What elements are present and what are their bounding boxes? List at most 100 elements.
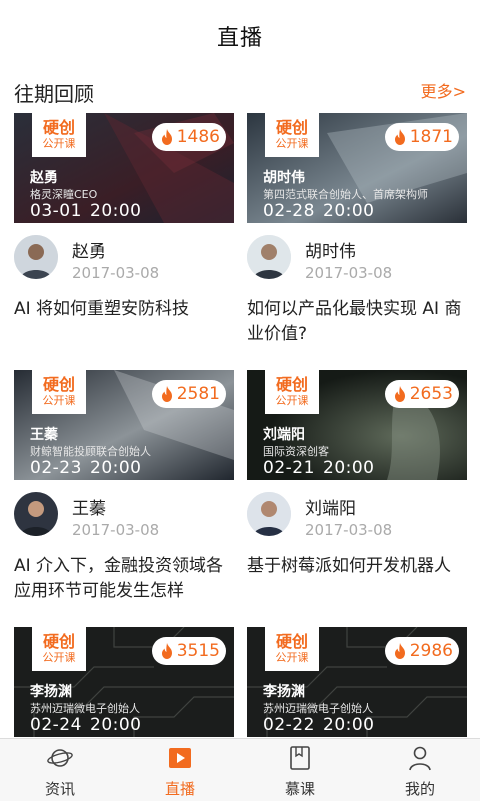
- speaker-name: 赵勇: [30, 170, 58, 186]
- course-card[interactable]: 硬创 公开课 1486 赵勇 格灵深瞳CEO 03-01 20:00 赵勇 20…: [14, 113, 234, 319]
- speaker-name: 王蓁: [30, 427, 58, 443]
- view-count: 1871: [409, 127, 453, 147]
- course-card[interactable]: 硬创 公开课 2653 刘端阳 国际资深创客 02-21 20:00 刘端阳 2…: [247, 370, 467, 576]
- brand-line1: 硬创: [275, 632, 308, 651]
- planet-icon: [47, 749, 73, 767]
- speaker-title: 财鲸智能投顾联合创始人: [30, 445, 151, 458]
- brand-line2: 公开课: [42, 137, 76, 150]
- speaker-title: 苏州迈瑞微电子创始人: [30, 702, 140, 715]
- course-title[interactable]: 如何以产品化最快实现 AI 商业价值?: [247, 297, 471, 347]
- author-name: 刘端阳: [305, 499, 356, 519]
- publish-date: 2017-03-08: [305, 264, 393, 282]
- course-thumbnail[interactable]: 硬创 公开课 3515 李扬渊 苏州迈瑞微电子创始人 02-24 20:00: [14, 627, 234, 737]
- view-count: 2653: [409, 384, 453, 404]
- live-time: 20:00: [323, 458, 375, 478]
- live-time: 20:00: [323, 201, 375, 221]
- brand-line1: 硬创: [275, 375, 308, 394]
- user-icon: [409, 746, 431, 771]
- view-count-badge: 1486: [151, 123, 226, 151]
- speaker-name: 刘端阳: [263, 427, 305, 443]
- fire-icon: [394, 643, 405, 659]
- tab-label: 直播: [164, 780, 195, 798]
- live-time: 20:00: [90, 201, 142, 221]
- fire-icon: [161, 386, 172, 402]
- speaker-name: 李扬渊: [263, 684, 305, 700]
- brand-badge: 硬创 公开课: [265, 370, 319, 414]
- course-thumbnail[interactable]: 硬创 公开课 1486 赵勇 格灵深瞳CEO 03-01 20:00: [14, 113, 234, 223]
- past-review-section-header: 往期回顾 更多>: [0, 74, 480, 106]
- course-card[interactable]: 硬创 公开课 3515 李扬渊 苏州迈瑞微电子创始人 02-24 20:00: [14, 627, 234, 737]
- course-title[interactable]: AI 介入下，金融投资领域各应用环节可能发生怎样: [14, 554, 238, 604]
- brand-line1: 硬创: [42, 118, 75, 137]
- author-name: 赵勇: [72, 242, 106, 262]
- avatar[interactable]: [247, 492, 291, 536]
- brand-line2: 公开课: [42, 394, 76, 407]
- page-title: 直播: [216, 26, 263, 51]
- avatar[interactable]: [247, 235, 291, 279]
- speaker-name: 胡时伟: [263, 170, 305, 186]
- view-count-badge: 2581: [151, 380, 226, 408]
- course-thumbnail[interactable]: 硬创 公开课 2653 刘端阳 国际资深创客 02-21 20:00: [247, 370, 467, 480]
- view-count: 3515: [176, 641, 220, 661]
- course-thumbnail[interactable]: 硬创 公开课 2986 李扬渊 苏州迈瑞微电子创始人 02-22 20:00: [247, 627, 467, 737]
- brand-line1: 硬创: [42, 632, 75, 651]
- live-time: 20:00: [90, 715, 142, 735]
- brand-badge: 硬创 公开课: [265, 113, 319, 157]
- brand-badge: 硬创 公开课: [265, 627, 319, 671]
- live-date: 02-24: [30, 715, 82, 735]
- bottom-tab-bar: 资讯 直播 慕课 我的: [0, 738, 480, 801]
- brand-badge: 硬创 公开课: [32, 370, 86, 414]
- book-icon: [290, 746, 310, 770]
- live-date: 02-22: [263, 715, 315, 735]
- more-link[interactable]: 更多>: [421, 78, 466, 102]
- tab-mooc[interactable]: 慕课: [240, 739, 360, 801]
- tab-news[interactable]: 资讯: [0, 739, 120, 801]
- speaker-title: 国际资深创客: [263, 445, 329, 458]
- avatar[interactable]: [14, 235, 58, 279]
- speaker-title: 苏州迈瑞微电子创始人: [263, 702, 373, 715]
- speaker-title: 格灵深瞳CEO: [30, 188, 98, 201]
- brand-line2: 公开课: [275, 137, 309, 150]
- view-count-badge: 2653: [384, 380, 459, 408]
- course-title[interactable]: AI 将如何重塑安防科技: [14, 297, 238, 322]
- view-count-badge: 1871: [384, 123, 459, 151]
- play-icon: [169, 748, 191, 768]
- course-thumbnail[interactable]: 硬创 公开课 2581 王蓁 财鲸智能投顾联合创始人 02-23 20:00: [14, 370, 234, 480]
- course-thumbnail[interactable]: 硬创 公开课 1871 胡时伟 第四范式联合创始人、首席架构师 02-28 20…: [247, 113, 467, 223]
- brand-line2: 公开课: [42, 651, 76, 664]
- tab-mine[interactable]: 我的: [360, 739, 480, 801]
- publish-date: 2017-03-08: [72, 521, 160, 539]
- live-time: 20:00: [90, 458, 142, 478]
- view-count: 2581: [176, 384, 220, 404]
- tab-label: 资讯: [44, 780, 75, 798]
- speaker-title: 第四范式联合创始人、首席架构师: [263, 188, 428, 201]
- tab-live[interactable]: 直播: [120, 739, 240, 801]
- course-title[interactable]: 基于树莓派如何开发机器人: [247, 554, 471, 579]
- section-title: 往期回顾: [14, 82, 94, 106]
- course-card[interactable]: 硬创 公开课 1871 胡时伟 第四范式联合创始人、首席架构师 02-28 20…: [247, 113, 467, 344]
- tab-label: 我的: [404, 780, 435, 798]
- fire-icon: [394, 129, 405, 145]
- view-count-badge: 3515: [151, 637, 226, 665]
- brand-line1: 硬创: [275, 118, 308, 137]
- fire-icon: [394, 386, 405, 402]
- author-name: 王蓁: [72, 499, 106, 519]
- tab-label: 慕课: [284, 780, 315, 798]
- live-date: 02-28: [263, 201, 315, 221]
- live-date: 03-01: [30, 201, 82, 221]
- avatar[interactable]: [14, 492, 58, 536]
- fire-icon: [161, 643, 172, 659]
- fire-icon: [161, 129, 172, 145]
- speaker-name: 李扬渊: [30, 684, 72, 700]
- course-card[interactable]: 硬创 公开课 2986 李扬渊 苏州迈瑞微电子创始人 02-22 20:00: [247, 627, 467, 737]
- brand-line2: 公开课: [275, 394, 309, 407]
- course-card[interactable]: 硬创 公开课 2581 王蓁 财鲸智能投顾联合创始人 02-23 20:00 王…: [14, 370, 234, 601]
- brand-line2: 公开课: [275, 651, 309, 664]
- brand-badge: 硬创 公开课: [32, 627, 86, 671]
- live-date: 02-23: [30, 458, 82, 478]
- publish-date: 2017-03-08: [72, 264, 160, 282]
- live-date: 02-21: [263, 458, 315, 478]
- brand-line1: 硬创: [42, 375, 75, 394]
- view-count: 1486: [176, 127, 220, 147]
- view-count-badge: 2986: [384, 637, 459, 665]
